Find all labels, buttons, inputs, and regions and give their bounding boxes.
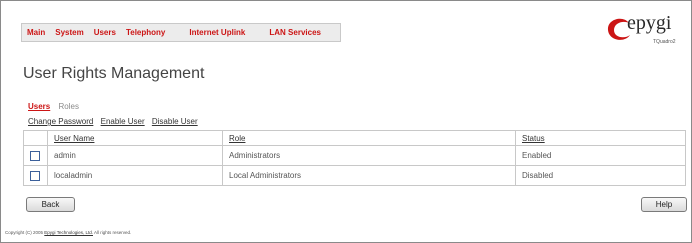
copyright-footer: Copyright (C) 2005 Epygi Technologies, L… [5,230,131,235]
table-header-row: User Name Role Status [23,130,686,146]
menu-users[interactable]: Users [89,28,121,37]
menu-telephony[interactable]: Telephony [121,28,170,37]
epygi-logo: epygi TQuadro2 [605,12,691,49]
page-title: User Rights Management [23,65,205,82]
app-window: Main System Users Telephony Internet Upl… [0,0,692,243]
status-cell: Disabled [515,165,686,186]
table-row: admin Administrators Enabled [23,145,686,166]
row-select-cell [23,145,48,166]
row-select-cell [23,165,48,186]
menu-main[interactable]: Main [22,28,50,37]
back-button[interactable]: Back [26,197,75,212]
change-password-link[interactable]: Change Password [28,117,93,126]
disable-user-link[interactable]: Disable User [152,117,198,126]
row-checkbox[interactable] [30,170,40,181]
tab-users[interactable]: Users [28,102,50,111]
column-header-status[interactable]: Status [515,130,686,146]
table-row: localadmin Local Administrators Disabled [23,165,686,186]
tab-roles[interactable]: Roles [58,102,78,111]
menu-lan-services[interactable]: LAN Services [264,28,326,37]
role-cell: Local Administrators [222,165,516,186]
users-table: User Name Role Status admin Administrato… [23,130,686,186]
column-header-user-name[interactable]: User Name [47,130,223,146]
copyright-prefix: Copyright (C) 2005 [5,230,44,235]
role-cell: Administrators [222,145,516,166]
user-name-cell: localadmin [47,165,223,186]
select-column-header [23,130,48,146]
top-menu-bar: Main System Users Telephony Internet Upl… [21,23,341,42]
status-cell: Enabled [515,145,686,166]
menu-system[interactable]: System [50,28,88,37]
column-header-role[interactable]: Role [222,130,516,146]
help-button[interactable]: Help [641,197,687,212]
tab-bar: Users Roles [28,102,79,111]
row-checkbox[interactable] [30,150,40,161]
action-links: Change Password Enable User Disable User [28,117,203,126]
enable-user-link[interactable]: Enable User [101,117,145,126]
copyright-suffix: All rights reserved. [94,230,132,235]
company-link[interactable]: Epygi Technologies, Ltd. [44,230,93,235]
logo-wordmark: epygi [627,12,672,34]
logo-model: TQuadro2 [653,39,676,45]
menu-internet-uplink[interactable]: Internet Uplink [184,28,250,37]
user-name-cell: admin [47,145,223,166]
